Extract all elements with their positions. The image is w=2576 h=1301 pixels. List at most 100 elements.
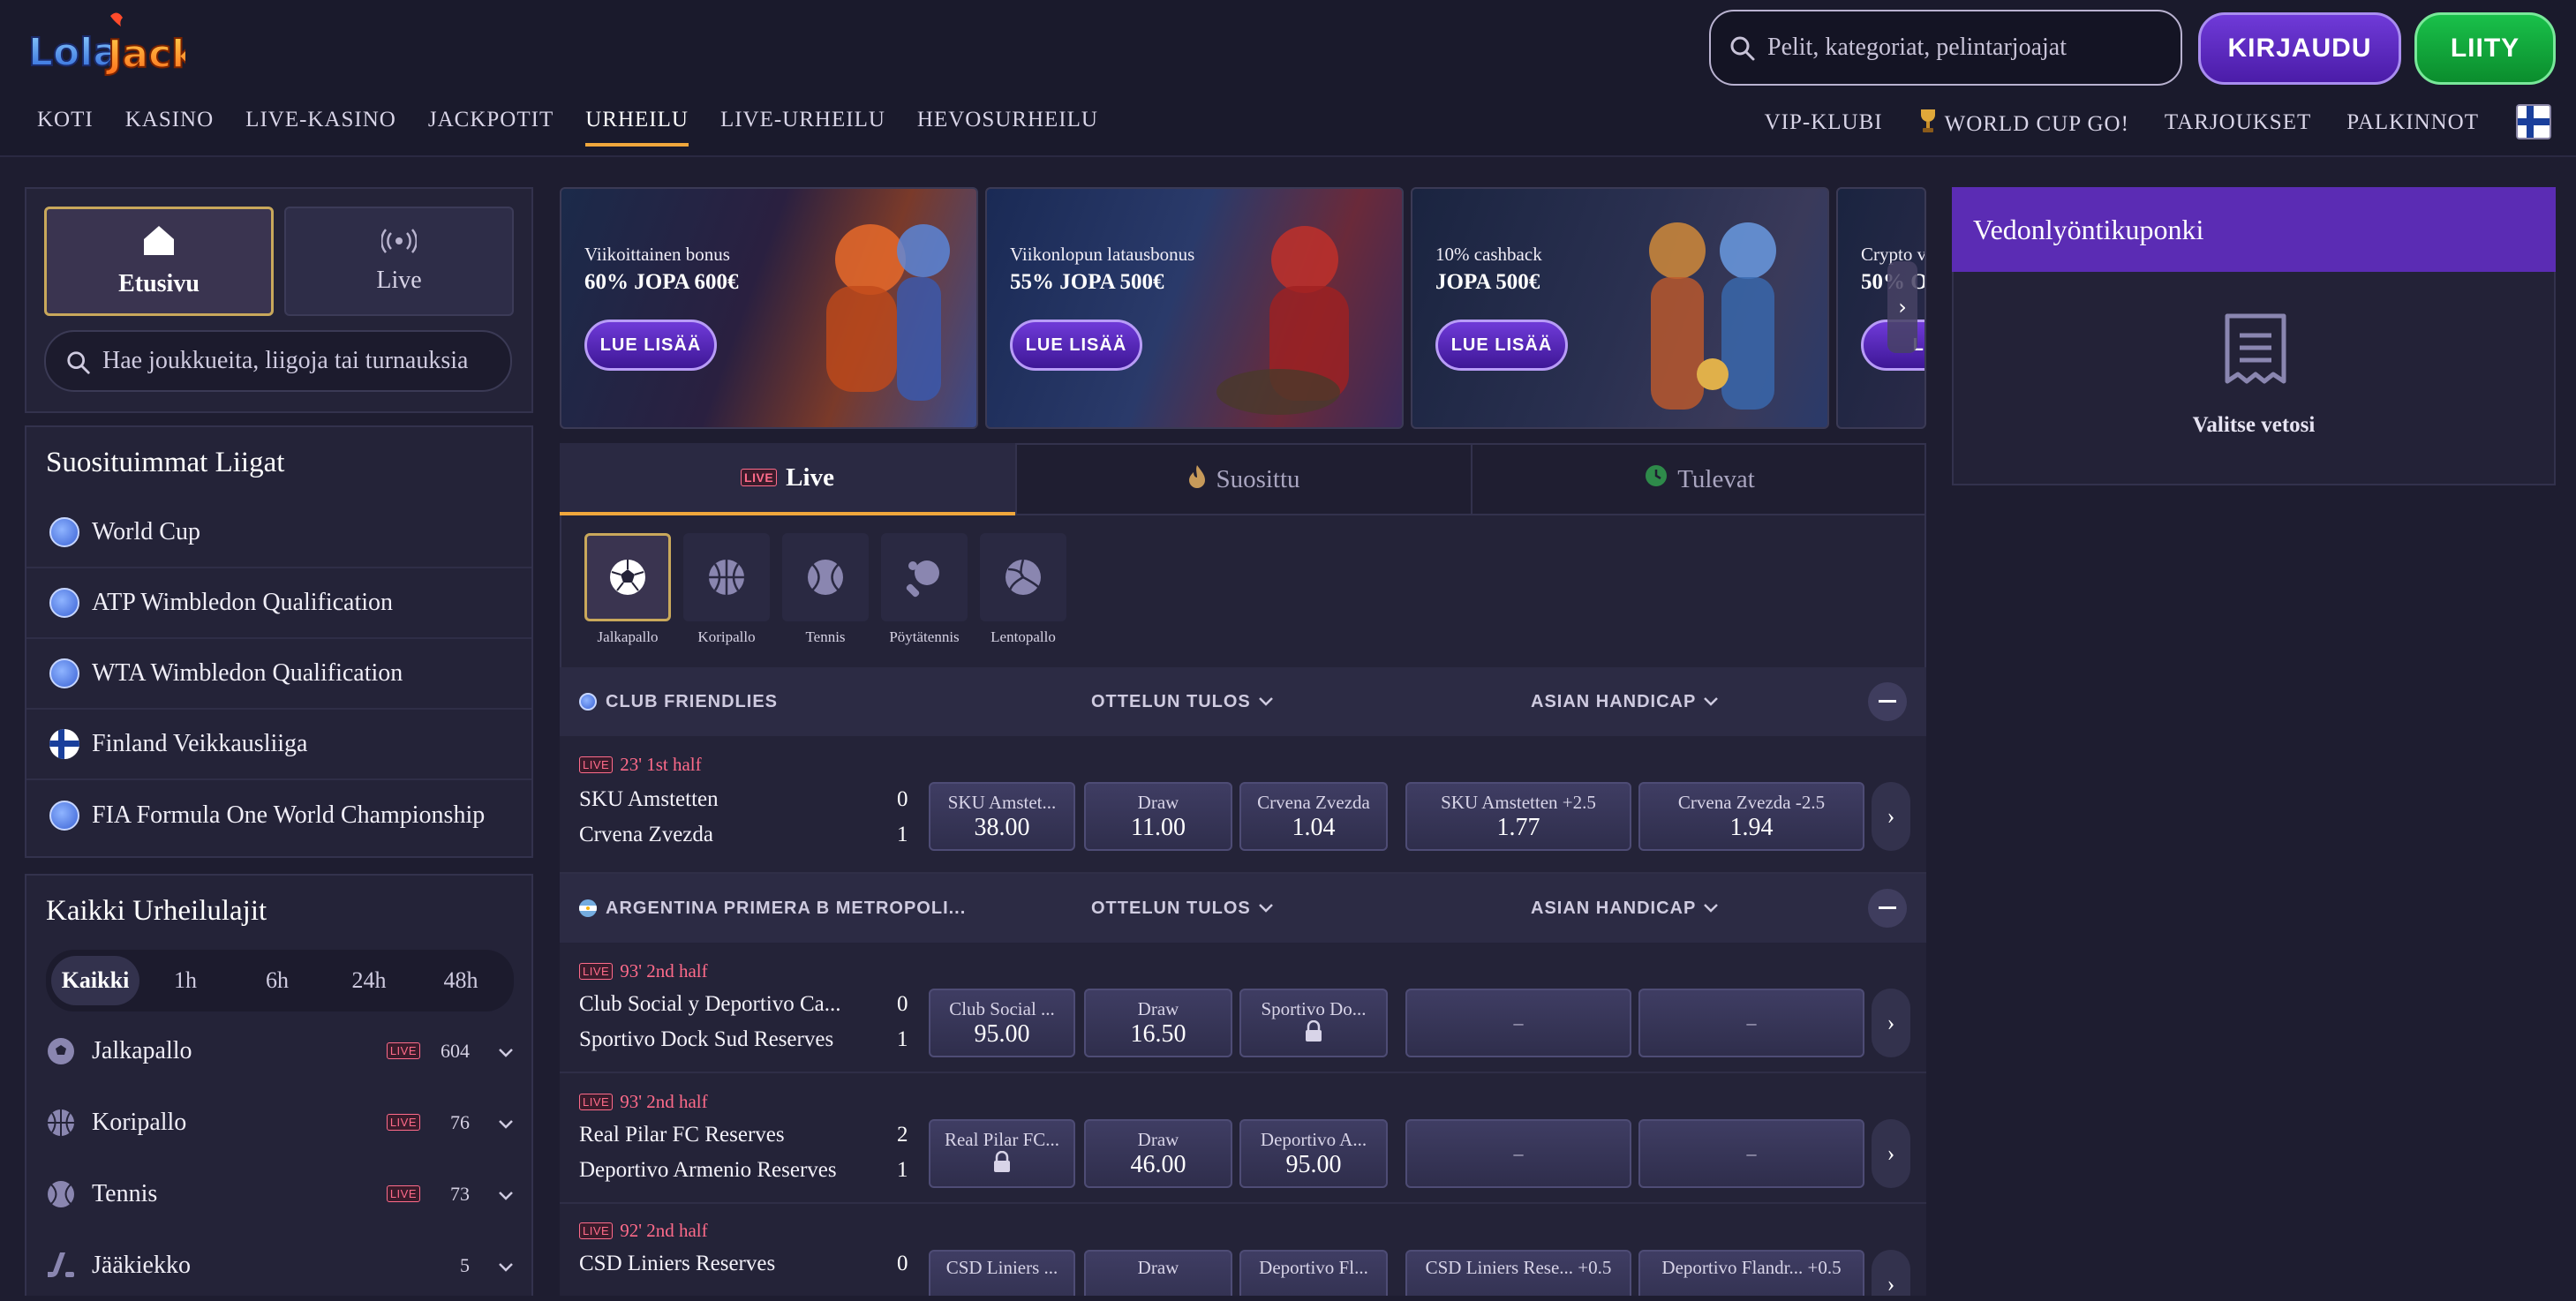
- nav-jackpotit[interactable]: JACKPOTIT: [428, 108, 554, 147]
- banner-read-more-button[interactable]: LUE LISÄÄ: [584, 320, 717, 371]
- tab-popular[interactable]: Suosittu: [1015, 443, 1471, 515]
- promo-banner-cashback[interactable]: 10% cashback JOPA 500€ LUE LISÄÄ: [1411, 187, 1829, 429]
- odds-label: Real Pilar FC...: [944, 1129, 1060, 1150]
- market-selector-handicap[interactable]: ASIAN HANDICAP: [1531, 899, 1719, 919]
- banner-read-more-button[interactable]: LUE LISÄÄ: [1435, 320, 1568, 371]
- nav-live-urheilu[interactable]: LIVE-URHEILU: [720, 108, 885, 147]
- chevron-down-icon: [1258, 899, 1274, 919]
- nav-vip-klubi[interactable]: VIP-KLUBI: [1765, 110, 1883, 135]
- sport-filter-tennis[interactable]: Tennis: [777, 533, 874, 646]
- league-item[interactable]: FIA Formula One World Championship: [26, 780, 531, 851]
- league-section-title: CLUB FRIENDLIES: [606, 691, 778, 711]
- nav-live-kasino[interactable]: LIVE-KASINO: [245, 108, 396, 147]
- match-row[interactable]: LIVE 93' 2nd half Real Pilar FC Reserves …: [560, 1073, 1926, 1204]
- more-markets-button[interactable]: ›: [1872, 1250, 1910, 1296]
- soccer-ball-icon: [584, 533, 671, 621]
- sport-filter-poytatennis[interactable]: Pöytätennis: [876, 533, 973, 646]
- odds-button-empty[interactable]: –: [1405, 989, 1631, 1057]
- odds-button[interactable]: SKU Amstet... 38.00: [929, 782, 1075, 851]
- nav-world-cup-go[interactable]: WORLD CUP GO!: [1918, 108, 2129, 137]
- filter-6h[interactable]: 6h: [231, 956, 323, 1005]
- odds-button[interactable]: Draw 16.50: [1084, 989, 1232, 1057]
- sport-item-jaakiekko[interactable]: Jääkiekko 5: [46, 1230, 514, 1301]
- odds-button[interactable]: Crvena Zvezda 1.04: [1239, 782, 1388, 851]
- header-search-input[interactable]: Pelit, kategoriat, pelintarjoajat: [1709, 10, 2182, 86]
- sport-item-tennis[interactable]: Tennis LIVE 73: [46, 1158, 514, 1230]
- globe-icon: [49, 658, 79, 688]
- tab-live-label: Live: [786, 462, 834, 492]
- filter-48h[interactable]: 48h: [415, 956, 507, 1005]
- odds-button[interactable]: Deportivo Flandr... +0.5: [1638, 1250, 1864, 1296]
- match-row[interactable]: LIVE 92' 2nd half CSD Liniers Reserves 0 …: [560, 1204, 1926, 1296]
- odds-label: CSD Liniers Rese... +0.5: [1425, 1257, 1612, 1278]
- odds-button[interactable]: Deportivo Fl...: [1239, 1250, 1388, 1296]
- banner-read-more-button[interactable]: LUE LISÄÄ: [1010, 320, 1142, 371]
- tab-live[interactable]: Live: [284, 207, 514, 316]
- search-icon: [1729, 34, 1757, 70]
- odds-button-empty[interactable]: –: [1638, 1119, 1864, 1188]
- tab-upcoming[interactable]: Tulevat: [1471, 443, 1926, 515]
- sport-filter-koripallo[interactable]: Koripallo: [678, 533, 775, 646]
- odds-button[interactable]: CSD Liniers Rese... +0.5: [1405, 1250, 1631, 1296]
- team-search-input[interactable]: Hae joukkueita, liigoja tai turnauksia: [44, 330, 512, 392]
- odds-button[interactable]: Draw 46.00: [1084, 1119, 1232, 1188]
- sport-filter-lentopallo[interactable]: Lentopallo: [975, 533, 1072, 646]
- match-row[interactable]: LIVE 93' 2nd half Club Social y Deportivo…: [560, 943, 1926, 1073]
- league-item[interactable]: ATP Wimbledon Qualification: [26, 568, 531, 639]
- odds-button-locked[interactable]: Sportivo Do...: [1239, 989, 1388, 1057]
- collapse-section-button[interactable]: [1868, 682, 1907, 721]
- sport-item-koripallo[interactable]: Koripallo LIVE 76: [46, 1087, 514, 1158]
- nav-tarjoukset[interactable]: TARJOUKSET: [2165, 110, 2311, 135]
- tab-etusivu[interactable]: Etusivu: [44, 207, 274, 316]
- lolajack-logo[interactable]: Lola Jack: [26, 11, 200, 81]
- filter-24h[interactable]: 24h: [323, 956, 415, 1005]
- odds-button[interactable]: Club Social ... 95.00: [929, 989, 1075, 1057]
- league-item[interactable]: Finland Veikkausliiga: [26, 710, 531, 780]
- odds-button[interactable]: Draw: [1084, 1250, 1232, 1296]
- banner-headline: 55% JOPA 500€: [1010, 270, 1164, 294]
- collapse-section-button[interactable]: [1868, 889, 1907, 928]
- sport-name: Koripallo: [92, 1108, 187, 1136]
- sport-filter-jalkapallo[interactable]: Jalkapallo: [579, 533, 676, 646]
- market-label: ASIAN HANDICAP: [1531, 691, 1697, 711]
- match-row[interactable]: LIVE 23' 1st half SKU Amstetten Crvena Zv…: [560, 736, 1926, 874]
- league-item[interactable]: World Cup: [26, 498, 531, 568]
- join-button[interactable]: LIITY: [2414, 12, 2556, 85]
- odds-value: –: [1513, 1011, 1524, 1034]
- nav-palkinnot[interactable]: PALKINNOT: [2346, 110, 2479, 135]
- finland-flag-icon[interactable]: [2516, 104, 2551, 139]
- odds-button[interactable]: Deportivo A... 95.00: [1239, 1119, 1388, 1188]
- nav-urheilu[interactable]: URHEILU: [585, 108, 689, 147]
- more-markets-button[interactable]: ›: [1872, 1119, 1910, 1188]
- tab-live-matches[interactable]: LIVE Live: [560, 443, 1015, 515]
- league-name: FIA Formula One World Championship: [92, 801, 486, 829]
- market-selector-handicap[interactable]: ASIAN HANDICAP: [1531, 692, 1719, 712]
- odds-button[interactable]: Crvena Zvezda -2.5 1.94: [1638, 782, 1864, 851]
- odds-button-locked[interactable]: Real Pilar FC...: [929, 1119, 1075, 1188]
- banner-next-arrow[interactable]: ›: [1887, 261, 1917, 353]
- nav-hevosurheilu[interactable]: HEVOSURHEILU: [917, 108, 1098, 147]
- more-markets-button[interactable]: ›: [1872, 989, 1910, 1057]
- chevron-down-icon: [1703, 692, 1719, 712]
- chevron-down-icon: [470, 1109, 514, 1137]
- odds-button[interactable]: Draw 11.00: [1084, 782, 1232, 851]
- sport-item-jalkapallo[interactable]: Jalkapallo LIVE 604: [46, 1015, 514, 1087]
- odds-label: Deportivo Fl...: [1259, 1257, 1368, 1278]
- nav-kasino[interactable]: KASINO: [125, 108, 214, 147]
- odds-button[interactable]: CSD Liniers ...: [929, 1250, 1075, 1296]
- login-button[interactable]: KIRJAUDU: [2198, 12, 2401, 85]
- market-selector-1x2[interactable]: OTTELUN TULOS: [1091, 899, 1274, 919]
- nav-koti[interactable]: KOTI: [37, 108, 94, 147]
- bet-slip-panel: Valitse vetosi: [1952, 272, 2556, 485]
- market-selector-1x2[interactable]: OTTELUN TULOS: [1091, 692, 1274, 712]
- filter-kaikki[interactable]: Kaikki: [51, 956, 139, 1005]
- bet-slip-title: Vedonlyöntikuponki: [1952, 187, 2556, 272]
- odds-button-empty[interactable]: –: [1638, 989, 1864, 1057]
- promo-banner-weekend[interactable]: Viikonlopun latausbonus 55% JOPA 500€ LU…: [985, 187, 1404, 429]
- more-markets-button[interactable]: ›: [1872, 782, 1910, 851]
- odds-button-empty[interactable]: –: [1405, 1119, 1631, 1188]
- promo-banner-weekly[interactable]: Viikoittainen bonus 60% JOPA 600€ LUE LI…: [560, 187, 978, 429]
- filter-1h[interactable]: 1h: [139, 956, 231, 1005]
- odds-button[interactable]: SKU Amstetten +2.5 1.77: [1405, 782, 1631, 851]
- league-item[interactable]: WTA Wimbledon Qualification: [26, 639, 531, 710]
